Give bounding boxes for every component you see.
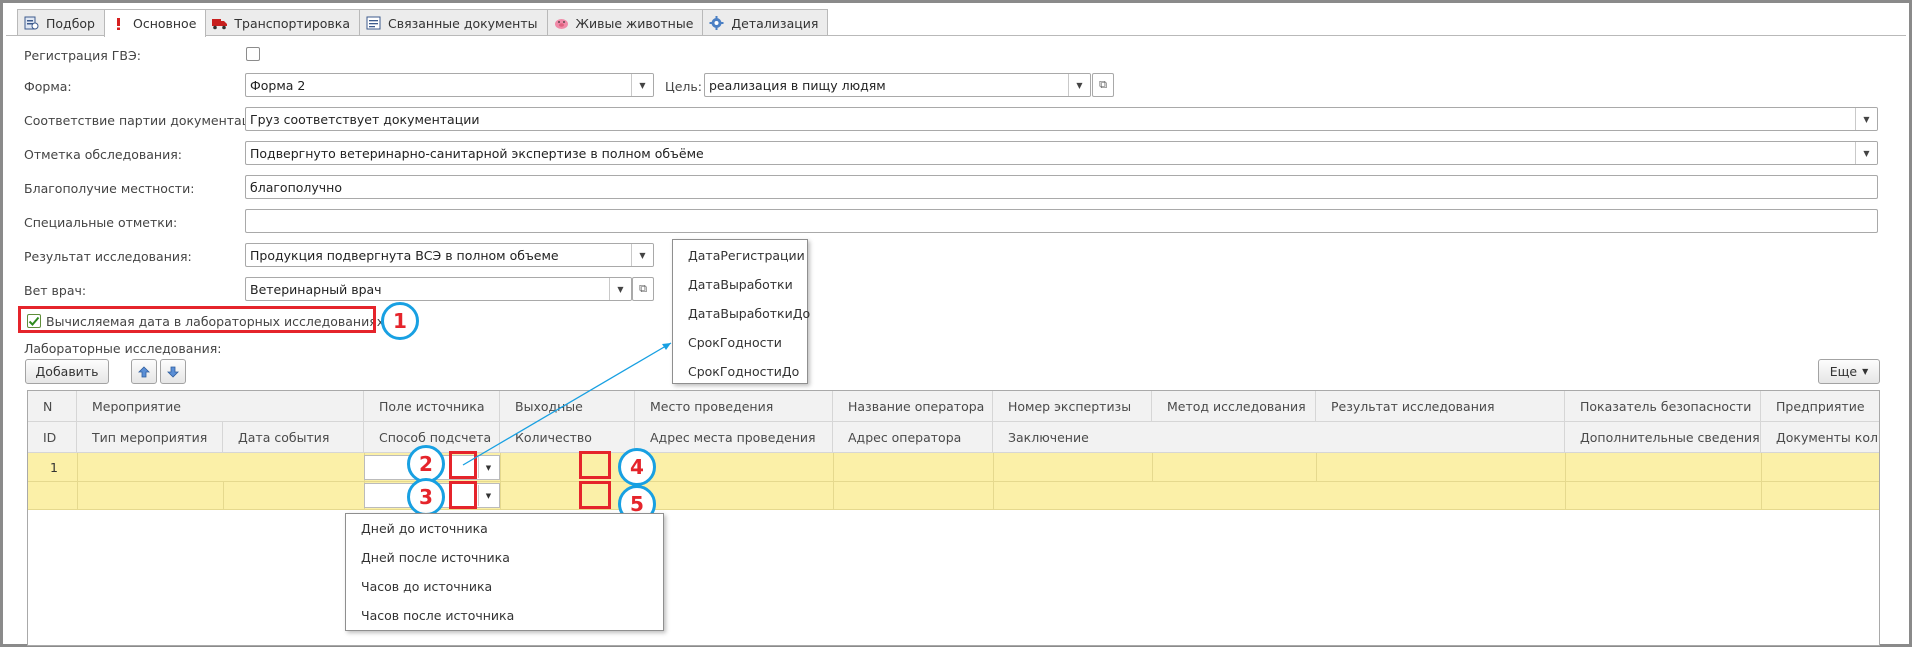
source-field-dropdown: ДатаРегистрации ДатаВыработки ДатаВырабо…	[672, 239, 810, 386]
option-hours-after[interactable]: Часов после источника	[346, 601, 663, 630]
option-days-before[interactable]: Дней до источника	[346, 514, 663, 543]
option-production-date-to[interactable]: ДатаВыработкиДо	[673, 299, 810, 328]
option-shelf-life-to[interactable]: СрокГодностиДо	[673, 357, 807, 386]
option-days-after[interactable]: Дней после источника	[346, 543, 663, 572]
tab-label: Основное	[132, 16, 197, 31]
tab-osnovnoe[interactable]: Основное	[103, 9, 207, 37]
option-hours-before[interactable]: Часов до источника	[346, 572, 663, 601]
exclamation-icon	[111, 17, 126, 31]
option-production-date[interactable]: ДатаВыработки	[673, 270, 807, 299]
window-frame: Подбор Основное Транспортировка Связанны…	[0, 0, 1912, 647]
option-shelf-life[interactable]: СрокГодности	[673, 328, 807, 357]
callout-arrow	[462, 342, 672, 466]
option-registration-date[interactable]: ДатаРегистрации	[673, 241, 807, 270]
calc-method-dropdown: Дней до источника Дней после источника Ч…	[345, 513, 664, 631]
